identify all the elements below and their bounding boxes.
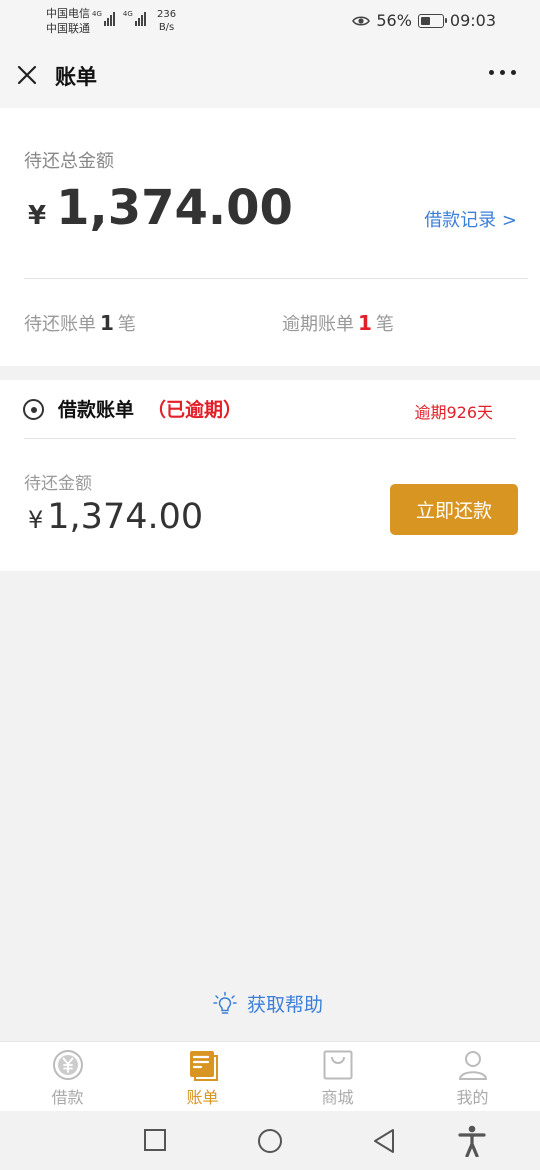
- page-title: 账单: [55, 65, 97, 89]
- tab-mall[interactable]: 商城: [270, 1042, 405, 1111]
- accessibility-icon[interactable]: [458, 1125, 486, 1157]
- signal-indicators: 4G 4G: [92, 10, 146, 26]
- tab-label: 商城: [321, 1088, 354, 1107]
- total-due-label: 待还总金额: [24, 151, 114, 172]
- shopping-bag-icon: [323, 1050, 352, 1080]
- recents-square-icon[interactable]: [143, 1128, 167, 1152]
- status-right: 56% 09:03: [352, 11, 496, 30]
- close-button[interactable]: [14, 62, 40, 88]
- system-nav-bar: [0, 1111, 540, 1170]
- total-due-value: 1,374.00: [56, 180, 293, 236]
- pending-bills-count: 待还账单 1 笔: [24, 310, 136, 336]
- pending-prefix: 待还账单: [24, 314, 96, 335]
- carrier-2: 中国联通: [46, 22, 90, 35]
- get-help-link[interactable]: 获取帮助: [213, 990, 323, 1017]
- currency-symbol: ¥: [28, 201, 47, 231]
- get-help-label: 获取帮助: [247, 994, 324, 1016]
- loan-bill-card[interactable]: 借款账单 （已逾期） 逾期926天 待还金额 ¥ 1,374.00 立即还款: [0, 380, 540, 571]
- carrier-1: 中国电信: [46, 7, 90, 20]
- loan-record-link[interactable]: 借款记录 >: [424, 206, 517, 232]
- amount-due-label: 待还金额: [24, 474, 92, 494]
- lightbulb-icon: [213, 991, 237, 1014]
- divider: [24, 438, 516, 439]
- speed-value: 236: [157, 9, 177, 20]
- tab-label: 账单: [186, 1088, 219, 1107]
- back-triangle-icon[interactable]: [372, 1128, 396, 1154]
- pending-count: 1: [100, 311, 114, 335]
- profile-icon: [458, 1051, 487, 1080]
- page: 中国电信 中国联通 4G 4G 236 B/s 56% 09:03 账单 待还总…: [0, 0, 540, 1170]
- status-bar: 中国电信 中国联通 4G 4G 236 B/s 56% 09:03: [0, 0, 540, 42]
- overdue-prefix: 逾期账单: [282, 314, 354, 335]
- overdue-days: 逾期926天: [414, 403, 493, 422]
- pay-now-button[interactable]: 立即还款: [390, 484, 518, 535]
- battery-level: [420, 16, 431, 25]
- more-button[interactable]: [489, 70, 516, 75]
- clock: 09:03: [449, 11, 496, 30]
- overdue-bills-count: 逾期账单 1 笔: [282, 310, 394, 336]
- bill-title: 借款账单: [58, 399, 135, 421]
- battery-icon: [417, 13, 447, 28]
- pending-suffix: 笔: [117, 314, 136, 335]
- bill-icon: [189, 1051, 218, 1081]
- signal-1-icon: 4G: [92, 10, 115, 26]
- home-circle-icon[interactable]: [257, 1128, 283, 1154]
- yuan-icon: [52, 1050, 83, 1080]
- divider: [24, 278, 528, 279]
- close-icon: [17, 65, 37, 85]
- currency-symbol: ¥: [28, 506, 44, 534]
- network-speed: 236 B/s: [157, 8, 176, 34]
- signal-2-icon: 4G: [123, 10, 146, 26]
- speed-unit: B/s: [158, 22, 175, 33]
- overdue-status: （已逾期）: [147, 399, 243, 421]
- more-icon: [489, 70, 494, 75]
- battery-percent: 56%: [376, 11, 412, 30]
- amount-due: ¥ 1,374.00: [28, 497, 203, 537]
- total-due-amount: ¥ 1,374.00: [28, 180, 293, 236]
- tab-profile[interactable]: 我的: [405, 1042, 540, 1111]
- network-type-1: 4G: [92, 10, 102, 18]
- eye-icon: [352, 15, 371, 26]
- bill-dot-icon: [23, 399, 44, 420]
- title-bar: 账单: [0, 42, 540, 108]
- tab-label: 借款: [51, 1088, 84, 1107]
- summary-card: 待还总金额 ¥ 1,374.00 借款记录 > 待还账单 1 笔 逾期账单 1 …: [0, 108, 540, 366]
- tab-loan[interactable]: 借款: [0, 1042, 135, 1111]
- amount-due-value: 1,374.00: [47, 497, 204, 537]
- overdue-count: 1: [358, 311, 372, 335]
- tab-label: 我的: [456, 1088, 489, 1107]
- network-type-2: 4G: [122, 10, 133, 18]
- tab-bills[interactable]: 账单: [135, 1042, 270, 1111]
- overdue-suffix: 笔: [375, 314, 394, 335]
- bottom-tab-bar: 借款 账单 商城 我的: [0, 1041, 540, 1111]
- carrier-names: 中国电信 中国联通: [46, 6, 90, 36]
